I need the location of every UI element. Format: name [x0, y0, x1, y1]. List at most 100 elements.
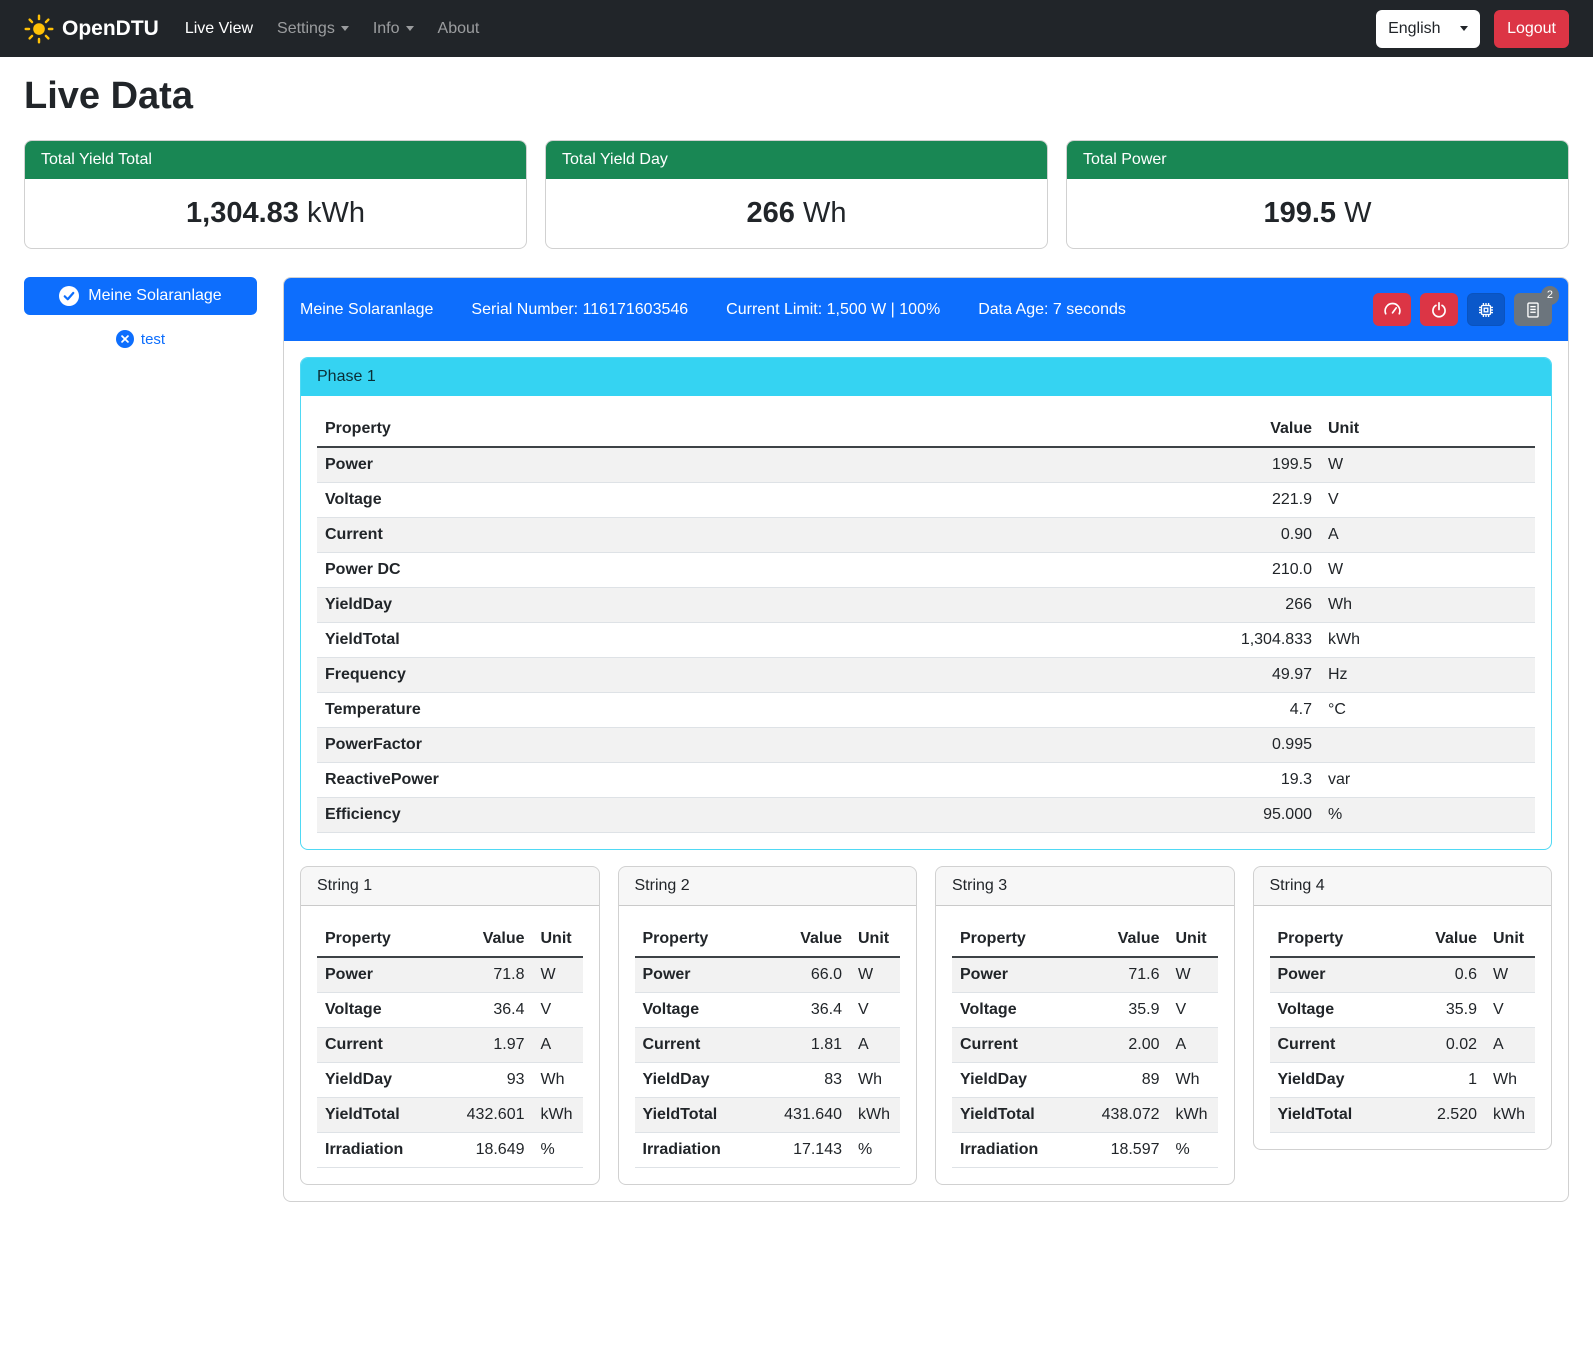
check-circle-icon	[59, 286, 79, 306]
unit-cell: A	[1485, 1028, 1535, 1063]
unit-header: Unit	[1168, 922, 1218, 957]
unit-header: Unit	[1320, 412, 1535, 447]
property-cell: Voltage	[952, 993, 1094, 1028]
property-cell: YieldTotal	[635, 1098, 777, 1133]
unit-cell: A	[533, 1028, 583, 1063]
limit-settings-button[interactable]	[1373, 293, 1411, 326]
string-card-title: String 2	[619, 867, 917, 906]
language-select-value: English	[1388, 20, 1440, 38]
unit-cell: W	[533, 957, 583, 993]
device-info-button[interactable]	[1467, 293, 1505, 326]
table-head: Property Value Unit	[1270, 922, 1536, 957]
table-row: YieldDay83Wh	[635, 1063, 901, 1098]
unit-cell: Wh	[1168, 1063, 1218, 1098]
inverter-select-button[interactable]: Meine Solaranlage	[24, 277, 257, 315]
property-header: Property	[1270, 922, 1414, 957]
value-cell: 210.0	[1190, 553, 1320, 588]
table-row: YieldTotal438.072kWh	[952, 1098, 1218, 1133]
string-card-2: String 2 Property Value Unit	[618, 866, 918, 1185]
property-cell: PowerFactor	[317, 728, 1190, 763]
table-header-row: Property Value Unit	[317, 922, 583, 957]
language-select[interactable]: English	[1376, 10, 1480, 48]
string-card-4: String 4 Property Value Unit	[1253, 866, 1553, 1150]
unit-cell: V	[1485, 993, 1535, 1028]
table-row: Irradiation18.649%	[317, 1133, 583, 1168]
x-circle-icon	[116, 330, 134, 348]
value-cell: 18.597	[1094, 1133, 1168, 1168]
string-card-title: String 3	[936, 867, 1234, 906]
value-cell: 432.601	[459, 1098, 533, 1133]
stat-card-title: Total Yield Total	[25, 141, 526, 179]
property-cell: Voltage	[317, 483, 1190, 518]
property-header: Property	[952, 922, 1094, 957]
phase-card: Phase 1 Property Value Unit Power199.5WV…	[300, 357, 1552, 850]
brand-link[interactable]: OpenDTU	[24, 14, 159, 44]
string-table: Property Value Unit Power66.0WVoltage36.…	[635, 922, 901, 1168]
property-cell: YieldDay	[317, 588, 1190, 623]
table-row: Temperature4.7°C	[317, 693, 1535, 728]
power-button[interactable]	[1420, 293, 1458, 326]
value-cell: 66.0	[776, 957, 850, 993]
value-cell: 0.995	[1190, 728, 1320, 763]
brand-label: OpenDTU	[62, 17, 159, 41]
property-header: Property	[317, 922, 459, 957]
inverter-test-link[interactable]: test	[24, 330, 257, 348]
property-cell: Power	[1270, 957, 1414, 993]
unit-cell: kWh	[533, 1098, 583, 1133]
inverter-action-buttons: 2	[1373, 293, 1552, 326]
strings-row: String 1 Property Value Unit	[300, 866, 1552, 1185]
value-cell: 19.3	[1190, 763, 1320, 798]
main-layout: Meine Solaranlage test Meine Solaranlage…	[24, 277, 1569, 1202]
property-cell: YieldDay	[317, 1063, 459, 1098]
unit-cell: A	[1168, 1028, 1218, 1063]
unit-cell: %	[533, 1133, 583, 1168]
inverter-panel: Meine Solaranlage Serial Number: 1161716…	[283, 277, 1569, 1202]
table-row: YieldTotal432.601kWh	[317, 1098, 583, 1133]
string-card-body: Property Value Unit Power0.6WVoltage35.9…	[1254, 906, 1552, 1149]
page-title: Live Data	[24, 75, 1569, 118]
value-cell: 49.97	[1190, 658, 1320, 693]
value-cell: 71.8	[459, 957, 533, 993]
logout-button[interactable]: Logout	[1494, 10, 1569, 48]
property-cell: Power	[635, 957, 777, 993]
value-cell: 4.7	[1190, 693, 1320, 728]
value-cell: 35.9	[1413, 993, 1485, 1028]
table-row: Power0.6W	[1270, 957, 1536, 993]
table-header-row: Property Value Unit	[1270, 922, 1536, 957]
string-card-3: String 3 Property Value Unit	[935, 866, 1235, 1185]
unit-cell: Wh	[1485, 1063, 1535, 1098]
table-row: Current2.00A	[952, 1028, 1218, 1063]
property-cell: Current	[317, 518, 1190, 553]
nav-info[interactable]: Info	[361, 12, 426, 46]
table-body: Power71.8WVoltage36.4VCurrent1.97AYieldD…	[317, 957, 583, 1168]
string-card-title: String 4	[1254, 867, 1552, 906]
value-cell: 1.97	[459, 1028, 533, 1063]
unit-cell: V	[1320, 483, 1535, 518]
table-head: Property Value Unit	[317, 412, 1535, 447]
inverter-name: Meine Solaranlage	[300, 301, 433, 319]
table-head: Property Value Unit	[317, 922, 583, 957]
table-row: Voltage36.4V	[635, 993, 901, 1028]
nav-live-view-label: Live View	[185, 20, 253, 38]
table-row: Power DC210.0W	[317, 553, 1535, 588]
nav-live-view[interactable]: Live View	[173, 12, 265, 46]
unit-cell: kWh	[1320, 623, 1535, 658]
table-row: Voltage36.4V	[317, 993, 583, 1028]
table-body: Power0.6WVoltage35.9VCurrent0.02AYieldDa…	[1270, 957, 1536, 1133]
table-row: Power199.5W	[317, 447, 1535, 483]
value-cell: 18.649	[459, 1133, 533, 1168]
inverter-test-label: test	[141, 331, 165, 348]
power-icon	[1430, 301, 1448, 319]
property-cell: YieldTotal	[317, 1098, 459, 1133]
unit-cell: Wh	[850, 1063, 900, 1098]
value-cell: 1	[1413, 1063, 1485, 1098]
unit-cell: %	[850, 1133, 900, 1168]
property-cell: ReactivePower	[317, 763, 1190, 798]
stat-card-total-power: Total Power 199.5 W	[1066, 140, 1569, 249]
property-cell: Efficiency	[317, 798, 1190, 833]
unit-cell: Wh	[1320, 588, 1535, 623]
nav-about[interactable]: About	[426, 12, 492, 46]
nav-settings[interactable]: Settings	[265, 12, 361, 46]
event-log-button[interactable]: 2	[1514, 293, 1552, 326]
table-head: Property Value Unit	[635, 922, 901, 957]
